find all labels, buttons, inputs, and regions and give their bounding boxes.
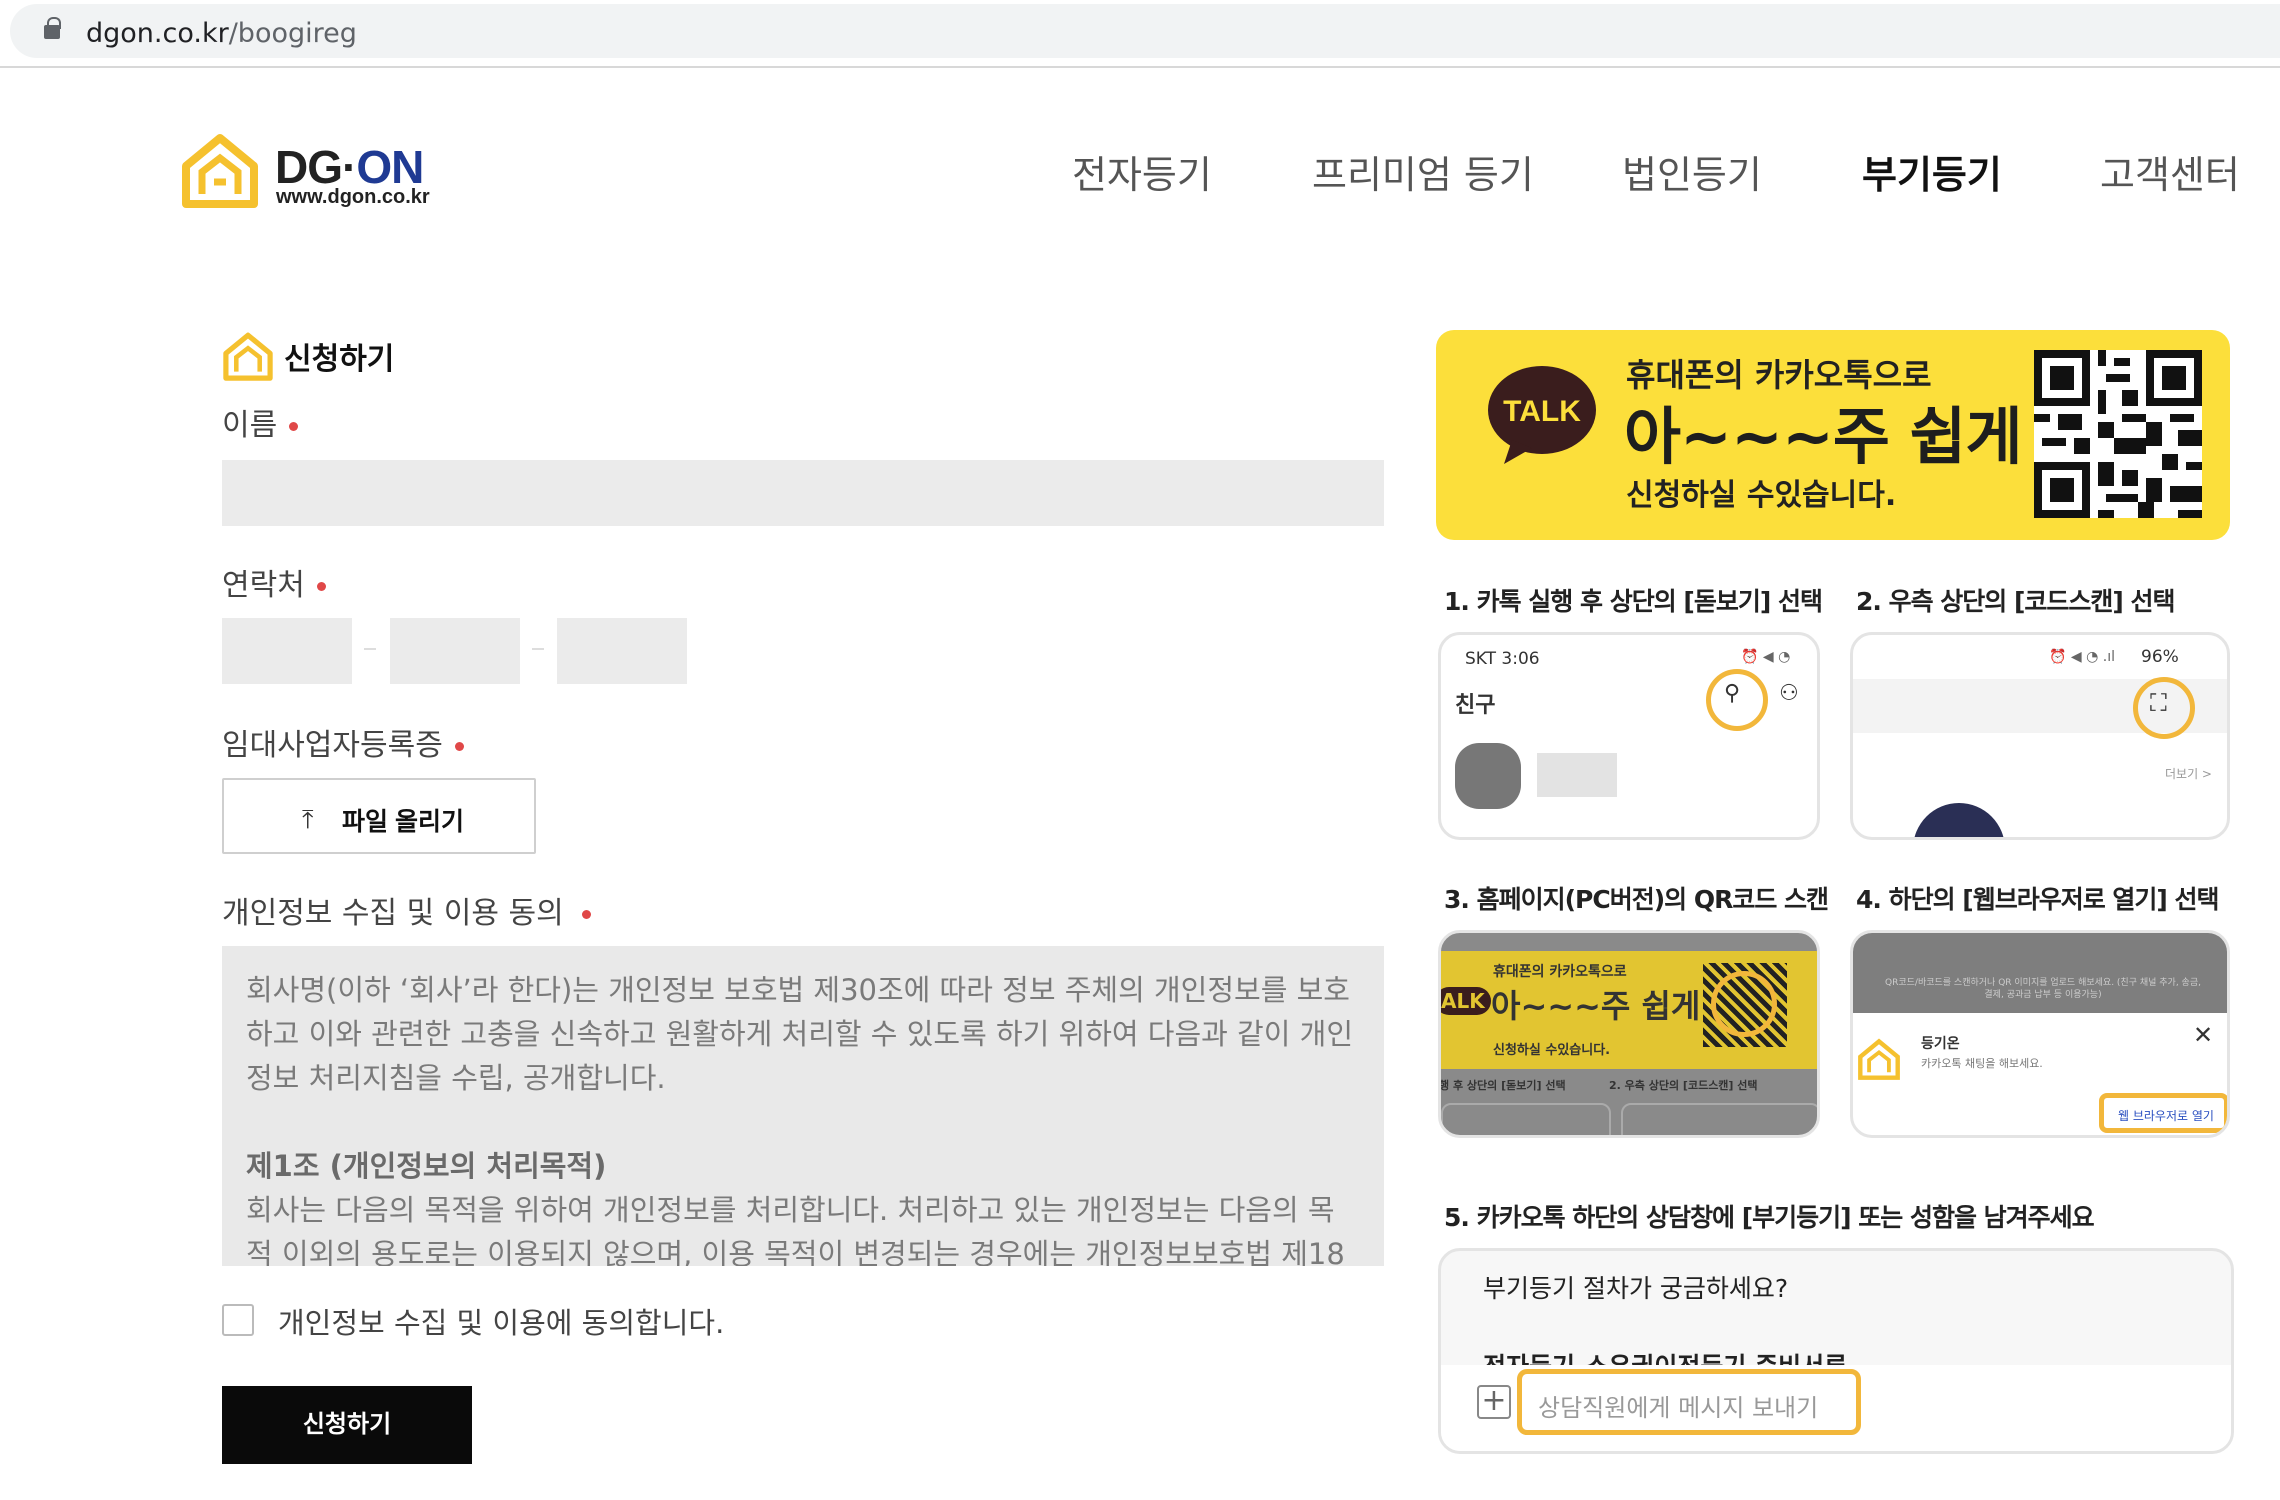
contact-separator <box>364 648 376 650</box>
house-logo-icon <box>1858 1038 1900 1080</box>
message-placeholder: 상담직원에게 메시지 보내기 <box>1538 1394 1819 1422</box>
message-input: 상담직원에게 메시지 보내기 <box>1517 1369 1861 1435</box>
close-icon: ✕ <box>2193 1021 2214 1049</box>
required-dot <box>289 422 299 431</box>
nav-customer-center[interactable]: 고객센터 <box>2100 144 2240 199</box>
chat-message: 부기등기 절차가 궁금하세요? <box>1483 1274 1789 1303</box>
plus-icon: + <box>1477 1385 1511 1419</box>
status-bar-text: SKT 3:06 <box>1465 649 1540 669</box>
privacy-paragraph: 회사는 다음의 목적을 위하여 개인정보를 처리합니다. 처리하고 있는 개인정… <box>246 1193 1345 1266</box>
step-3-screenshot: ALK 휴대폰의 카카오톡으로 아~~~주 쉽게 신청하실 수있습니다. 행 후… <box>1438 930 1820 1138</box>
banner-line-3: 신청하실 수있습니다. <box>1626 478 1897 513</box>
step-4-title: 4. 하단의 [웹브라우저로 열기] 선택 <box>1856 885 2220 914</box>
contact-input-2[interactable] <box>390 618 520 684</box>
step-3-title: 3. 홈페이지(PC버전)의 QR코드 스캔 <box>1444 885 1829 914</box>
privacy-paragraph: 회사명(이하 ‘회사’라 한다)는 개인정보 보호법 제30조에 따라 정보 주… <box>246 973 1353 1095</box>
battery-text: 96% <box>2141 647 2179 667</box>
lock-icon[interactable] <box>44 17 61 39</box>
step-1-title: 1. 카톡 실행 후 상단의 [돋보기] 선택 <box>1444 587 1823 616</box>
nav-premium-registration[interactable]: 프리미엄 등기 <box>1312 144 1534 199</box>
blurred-name <box>1537 753 1617 797</box>
status-icons: ⏰ ◀ ◔ .ıl <box>2049 649 2115 665</box>
logo-url: www.dgon.co.kr <box>276 186 430 208</box>
contact-input-1[interactable] <box>222 618 352 684</box>
privacy-article-heading: 제1조 (개인정보의 처리목적) <box>246 1149 607 1183</box>
nav-corporate-registration[interactable]: 법인등기 <box>1622 144 1762 199</box>
nav-e-registration[interactable]: 전자등기 <box>1072 144 1212 199</box>
kakaotalk-icon: ALK <box>1441 987 1491 1015</box>
file-upload-button[interactable]: ⤒ 파일 올리기 <box>222 778 536 854</box>
banner-preview: ALK 휴대폰의 카카오톡으로 아~~~주 쉽게 신청하실 수있습니다. <box>1441 951 1817 1069</box>
avatar <box>1913 803 2005 837</box>
open-browser-button: 웹 브라우저로 열기 <box>2099 1093 2227 1133</box>
house-logo-icon <box>182 134 258 208</box>
name-input[interactable] <box>222 460 1384 526</box>
chat-input-bar: + 상담직원에게 메시지 보내기 <box>1441 1365 2231 1451</box>
open-browser-label: 웹 브라우저로 열기 <box>2118 1109 2214 1123</box>
qr-code-icon[interactable] <box>2034 350 2202 518</box>
kakaotalk-icon: TALK <box>1488 366 1596 464</box>
code-scan-icon: ⛶ <box>2150 689 2167 717</box>
more-link: 더보기 > <box>2165 767 2212 781</box>
status-icons: ⏰ ◀ ◔ <box>1741 649 1791 665</box>
step-5-title: 5. 카카오톡 하단의 상담창에 [부기등기] 또는 성함을 남겨주세요 <box>1444 1203 2095 1232</box>
url-text[interactable]: dgon.co.kr/boogireg <box>86 18 357 49</box>
step-4-screenshot: QR코드/바코드를 스캔하거나 QR 이미지를 업로드 해보세요. (친구 채널… <box>1850 930 2230 1138</box>
url-field[interactable]: dgon.co.kr/boogireg <box>10 4 2280 58</box>
step-2-title: 2. 우측 상단의 [코드스캔] 선택 <box>1856 587 2176 616</box>
privacy-policy-textbox[interactable]: 회사명(이하 ‘회사’라 한다)는 개인정보 보호법 제30조에 따라 정보 주… <box>222 946 1384 1266</box>
site-logo[interactable]: DG·ON www.dgon.co.kr <box>180 130 480 210</box>
preview-line-1: 휴대폰의 카카오톡으로 <box>1493 964 1627 980</box>
channel-desc: 카카오톡 채팅을 해보세요. <box>1921 1057 2043 1070</box>
contact-separator <box>532 648 544 650</box>
name-label: 이름 <box>222 400 299 444</box>
channel-name: 등기온 <box>1921 1036 1960 1052</box>
preview-step-1: 행 후 상단의 [돋보기] 선택 <box>1439 1079 1566 1092</box>
kakaotalk-icon-text: TALK <box>1503 395 1581 428</box>
avatar <box>1455 743 1521 809</box>
upload-button-label: 파일 올리기 <box>342 808 464 836</box>
step-2-screenshot: ⏰ ◀ ◔ .ıl 96% ⛶ 더보기 > <box>1850 632 2230 840</box>
privacy-label: 개인정보 수집 및 이용 동의 <box>222 888 591 932</box>
required-dot <box>581 910 591 919</box>
preview-step-2: 2. 우측 상단의 [코드스캔] 선택 <box>1609 1079 1758 1092</box>
submit-button[interactable]: 신청하기 <box>222 1386 472 1464</box>
required-dot <box>454 742 464 751</box>
preview-line-3: 신청하실 수있습니다. <box>1493 1043 1611 1058</box>
friends-tab-label: 친구 <box>1455 693 1496 718</box>
add-friend-icon: ⚇ <box>1779 681 1799 706</box>
kakao-banner: TALK 휴대폰의 카카오톡으로 아~~~주 쉽게 신청하실 수있습니다. <box>1436 330 2230 540</box>
browser-address-bar: dgon.co.kr/boogireg <box>0 0 2280 68</box>
step-1-screenshot: SKT 3:06 ⏰ ◀ ◔ 친구 ⚲ ⚇ <box>1438 632 1820 840</box>
chat-screenshot: 부기등기 절차가 궁금하세요? 전자등기-소유권이전등기 준비서류 + 상담직원… <box>1438 1248 2234 1454</box>
banner-line-2: 아~~~주 쉽게 <box>1624 400 2023 473</box>
scan-notice: QR코드/바코드를 스캔하거나 QR 이미지를 업로드 해보세요. (친구 채널… <box>1885 978 2201 1000</box>
nav-supplementary-registration[interactable]: 부기등기 <box>1862 144 2002 199</box>
contact-input-3[interactable] <box>557 618 687 684</box>
contact-label: 연락처 <box>222 560 326 604</box>
preview-card <box>1621 1103 1817 1135</box>
preview-card <box>1441 1103 1611 1135</box>
cert-label: 임대사업자등록증 <box>222 720 464 764</box>
preview-line-2: 아~~~주 쉽게 <box>1491 987 1701 1025</box>
upload-icon: ⤒ <box>302 804 314 834</box>
agree-checkbox[interactable] <box>222 1304 254 1336</box>
house-logo-icon <box>223 332 273 381</box>
highlight-ring <box>1711 971 1777 1037</box>
agree-checkbox-label[interactable]: 개인정보 수집 및 이용에 동의합니다. <box>278 1300 724 1342</box>
required-dot <box>316 582 326 591</box>
section-title-text: 신청하기 <box>284 342 395 377</box>
dim-overlay: QR코드/바코드를 스캔하거나 QR 이미지를 업로드 해보세요. (친구 채널… <box>1853 933 2227 1013</box>
search-icon: ⚲ <box>1724 681 1741 706</box>
